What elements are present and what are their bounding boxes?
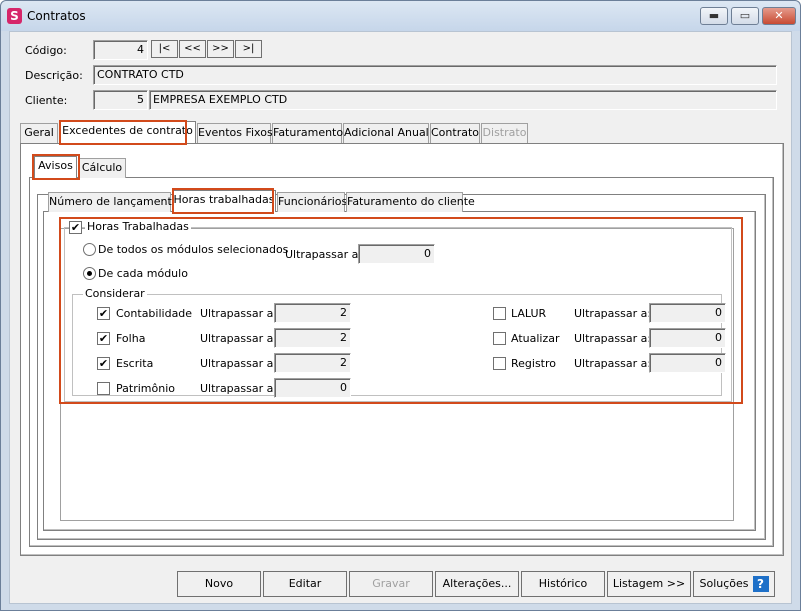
descricao-label: Descrição: (25, 69, 83, 82)
cliente-code-field[interactable]: 5 (93, 90, 148, 110)
nav-last-button[interactable]: >| (235, 40, 262, 58)
tab-geral[interactable]: Geral (20, 123, 58, 143)
tab-calculo[interactable]: Cálculo (78, 158, 126, 178)
tab-adicional-anual[interactable]: Adicional Anual (343, 123, 429, 143)
descricao-field[interactable]: CONTRATO CTD (93, 65, 777, 85)
highlight-avisos-tab (32, 154, 80, 180)
highlight-horas-section (59, 217, 743, 404)
novo-button[interactable]: Novo (177, 571, 261, 597)
editar-button[interactable]: Editar (263, 571, 347, 597)
nav-first-button[interactable]: |< (151, 40, 178, 58)
tab-faturamento-cliente[interactable]: Faturamento do cliente (346, 192, 475, 212)
title-bar: S Contratos ▬ ▭ ✕ (1, 1, 800, 31)
cliente-label: Cliente: (25, 94, 68, 107)
historico-button[interactable]: Histórico (521, 571, 605, 597)
app-logo-icon: S (7, 8, 22, 24)
window-title: Contratos (27, 9, 86, 23)
nav-prev-button[interactable]: << (179, 40, 206, 58)
cliente-name-field[interactable]: EMPRESA EXEMPLO CTD (149, 90, 777, 110)
solucoes-button[interactable]: Soluções? (693, 571, 775, 597)
solucoes-label: Soluções (699, 577, 749, 590)
highlight-excedentes-tab (59, 120, 187, 145)
codigo-field[interactable]: 4 (93, 40, 148, 60)
window-client-area: Código: 4 |< << >> >| Descrição: CONTRAT… (9, 31, 792, 604)
tab-eventos-fixos[interactable]: Eventos Fixos (197, 123, 273, 143)
alteracoes-button[interactable]: Alterações... (435, 571, 519, 597)
app-window: S Contratos ▬ ▭ ✕ Código: 4 |< << >> >| … (0, 0, 801, 611)
codigo-label: Código: (25, 44, 67, 57)
help-icon: ? (752, 576, 769, 592)
gravar-button: Gravar (349, 571, 433, 597)
tab-faturamento[interactable]: Faturamento (272, 123, 343, 143)
maximize-button[interactable]: ▭ (731, 7, 759, 25)
nav-next-button[interactable]: >> (207, 40, 234, 58)
close-button[interactable]: ✕ (762, 7, 796, 25)
minimize-button[interactable]: ▬ (700, 7, 728, 25)
listagem-button[interactable]: Listagem >> (607, 571, 691, 597)
tab-contrato[interactable]: Contrato (430, 123, 480, 143)
tab-distrato: Distrato (481, 123, 528, 143)
highlight-horas-tab (172, 188, 274, 214)
tab-funcionarios[interactable]: Funcionários (277, 192, 347, 212)
tab-numero-lancamentos[interactable]: Número de lançamentos (48, 192, 184, 212)
